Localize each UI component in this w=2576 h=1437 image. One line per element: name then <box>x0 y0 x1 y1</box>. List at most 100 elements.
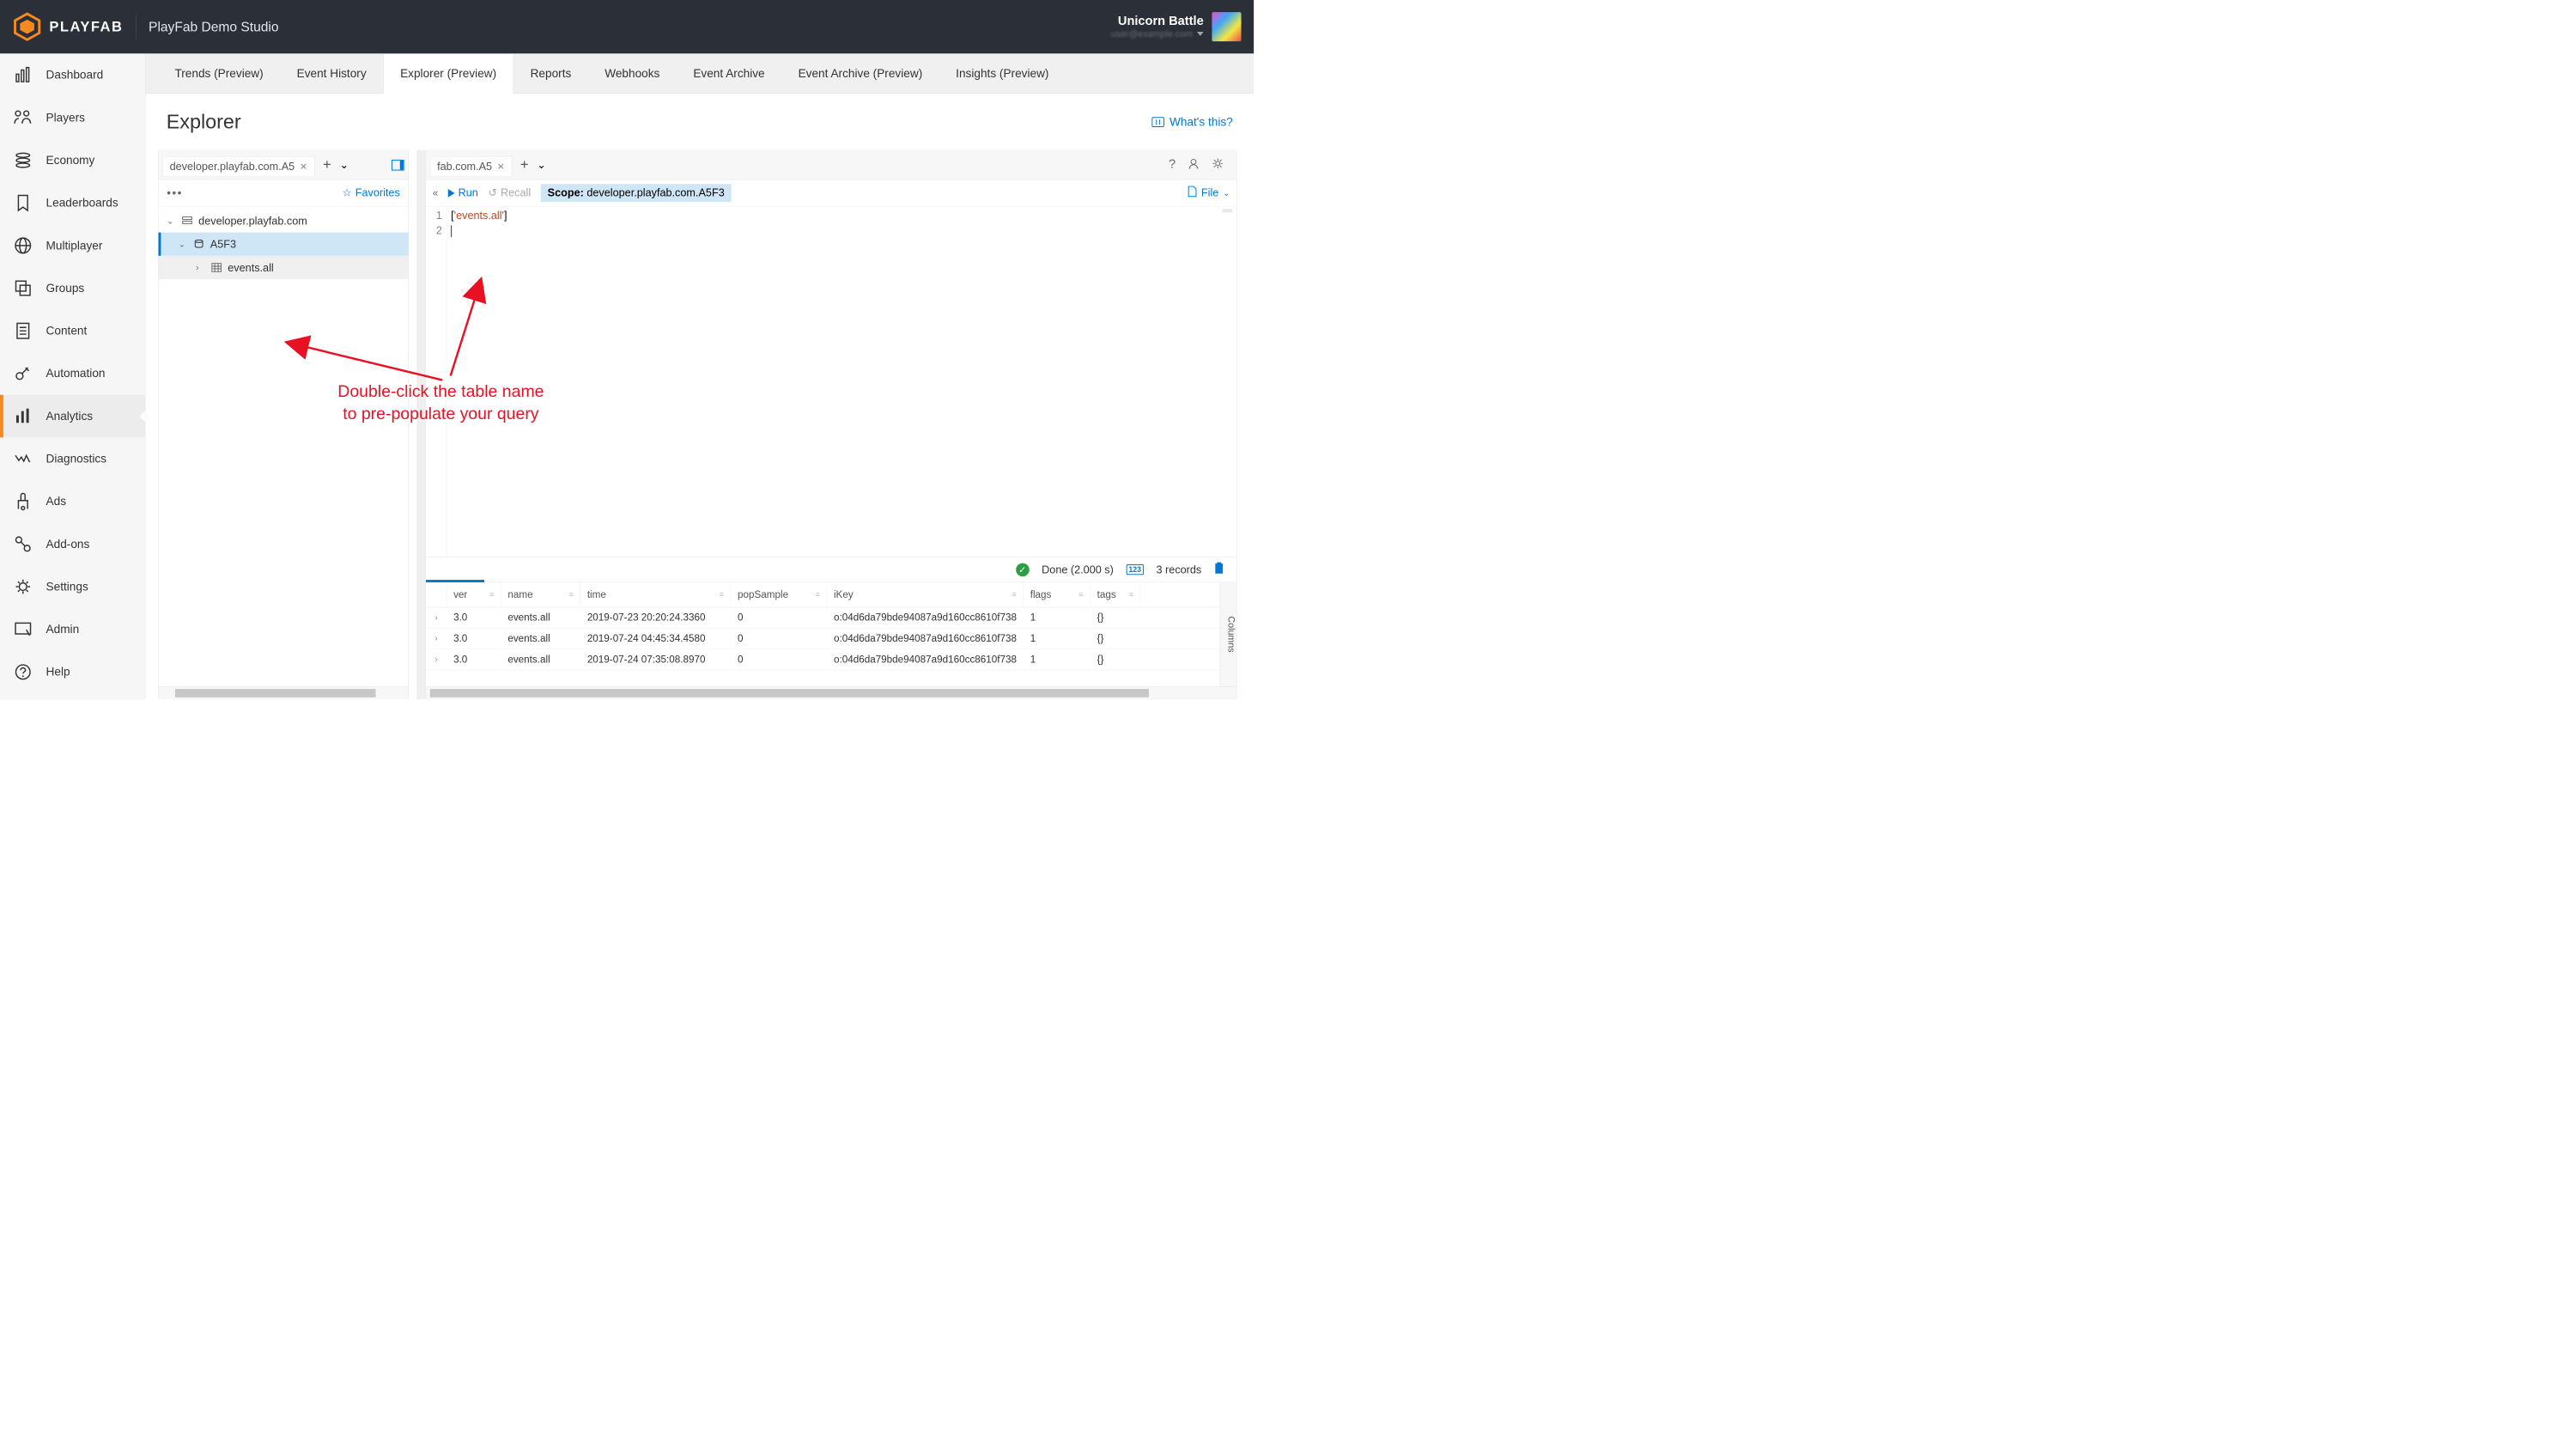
sort-icon: ≡ <box>1012 590 1017 599</box>
columns-panel-toggle[interactable]: Columns <box>1220 582 1236 686</box>
results-grid: ver≡name≡time≡popSample≡iKey≡flags≡tags≡… <box>426 581 1236 686</box>
add-tab-button[interactable]: + <box>520 157 529 174</box>
run-button[interactable]: Run <box>448 186 478 199</box>
logo-icon <box>13 12 42 41</box>
scrollbar-horizontal[interactable] <box>158 686 408 699</box>
table-row[interactable]: ›3.0events.all2019-07-24 04:45:34.45800o… <box>426 629 1220 649</box>
sidebar-item-ads[interactable]: Ads <box>0 480 145 523</box>
user-subtitle: user@example.com <box>1111 28 1204 40</box>
column-header-popSample[interactable]: popSample≡ <box>731 582 827 607</box>
sidebar-item-economy[interactable]: Economy <box>0 139 145 182</box>
more-icon[interactable]: ••• <box>167 186 183 200</box>
status-bar: ✓ Done (2.000 s) 123 3 records <box>426 557 1236 581</box>
content-icon <box>13 320 33 341</box>
leaderboards-icon <box>13 192 33 213</box>
chevron-down-icon[interactable]: ⌄ <box>537 158 546 171</box>
close-icon[interactable]: ✕ <box>300 161 307 173</box>
sidebar: DashboardPlayersEconomyLeaderboardsMulti… <box>0 53 145 699</box>
economy-icon <box>13 149 33 170</box>
connection-pane: developer.playfab.com.A5 ✕ + ⌄ ••• ☆ Fav… <box>158 150 409 700</box>
chevron-down-icon: ⌄ <box>167 216 177 226</box>
column-header-tags[interactable]: tags≡ <box>1091 582 1140 607</box>
scrollbar-horizontal[interactable] <box>426 686 1236 699</box>
sidebar-item-help[interactable]: Help <box>0 650 145 693</box>
sidebar-item-groups[interactable]: Groups <box>0 267 145 310</box>
database-icon <box>192 239 205 250</box>
chevron-down-icon: ⌄ <box>1223 188 1230 198</box>
tree-table[interactable]: › events.all <box>158 256 408 279</box>
analytics-icon <box>13 405 33 426</box>
avatar[interactable] <box>1212 12 1241 41</box>
table-row[interactable]: ›3.0events.all2019-07-23 20:20:24.33600o… <box>426 607 1220 628</box>
tab-webhooks[interactable]: Webhooks <box>588 53 677 93</box>
tab-reports[interactable]: Reports <box>513 53 588 93</box>
tree-cluster[interactable]: ⌄ developer.playfab.com <box>158 209 408 232</box>
column-header-ver[interactable]: ver≡ <box>447 582 501 607</box>
table-row[interactable]: ›3.0events.all2019-07-24 07:35:08.89700o… <box>426 649 1220 670</box>
star-icon: ☆ <box>342 186 351 199</box>
tab-event-archive-preview-[interactable]: Event Archive (Preview) <box>781 53 939 93</box>
tab-event-archive[interactable]: Event Archive <box>677 53 781 93</box>
settings-icon <box>13 576 33 597</box>
sort-icon: ≡ <box>489 590 494 599</box>
tree-database[interactable]: ⌄ A5F3 <box>158 233 408 256</box>
sidebar-item-settings[interactable]: Settings <box>0 565 145 608</box>
close-icon[interactable]: ✕ <box>497 161 505 173</box>
query-tab[interactable]: fab.com.A5 ✕ <box>430 156 512 177</box>
help-icon[interactable]: ? <box>1169 157 1176 173</box>
automation-icon <box>13 362 33 383</box>
panel-right-icon[interactable] <box>392 160 404 171</box>
tab-event-history[interactable]: Event History <box>280 53 383 93</box>
logo[interactable]: PLAYFAB <box>13 12 124 41</box>
collapse-icon[interactable]: « <box>433 187 439 199</box>
add-ons-icon <box>13 533 33 554</box>
sidebar-item-multiplayer[interactable]: Multiplayer <box>0 224 145 267</box>
connection-tab[interactable]: developer.playfab.com.A5 ✕ <box>162 156 314 177</box>
favorites-button[interactable]: ☆ Favorites <box>342 186 399 199</box>
sidebar-item-content[interactable]: Content <box>0 309 145 352</box>
tab-explorer-preview-[interactable]: Explorer (Preview) <box>383 53 513 94</box>
chevron-down-icon: ⌄ <box>179 239 189 249</box>
sidebar-item-add-ons[interactable]: Add-ons <box>0 522 145 565</box>
column-header-time[interactable]: time≡ <box>580 582 731 607</box>
studio-name[interactable]: PlayFab Demo Studio <box>149 19 278 34</box>
clipboard-icon[interactable] <box>1214 562 1224 577</box>
user-menu[interactable]: Unicorn Battle user@example.com <box>1111 15 1204 40</box>
content-tabs: Trends (Preview)Event HistoryExplorer (P… <box>145 53 1254 94</box>
feedback-icon[interactable] <box>1188 157 1200 173</box>
file-menu[interactable]: File ⌄ <box>1188 186 1230 200</box>
cluster-icon <box>181 216 194 227</box>
expand-icon[interactable]: › <box>426 655 447 664</box>
sort-icon: ≡ <box>1129 590 1133 599</box>
sidebar-item-dashboard[interactable]: Dashboard <box>0 53 145 96</box>
sidebar-item-leaderboards[interactable]: Leaderboards <box>0 181 145 224</box>
add-tab-button[interactable]: + <box>323 157 331 174</box>
players-icon <box>13 107 33 128</box>
sidebar-item-admin[interactable]: Admin <box>0 608 145 651</box>
sidebar-item-analytics[interactable]: Analytics <box>0 394 145 437</box>
admin-icon <box>13 618 33 639</box>
query-editor[interactable]: 12 ['events.all'] <box>426 206 1236 557</box>
scope-selector[interactable]: Scope: developer.playfab.com.A5F3 <box>541 184 732 202</box>
records-icon: 123 <box>1126 564 1143 575</box>
whats-this-link[interactable]: What's this? <box>1152 115 1233 129</box>
schema-tree: ⌄ developer.playfab.com ⌄ A5F3 › events.… <box>158 206 408 686</box>
expand-icon[interactable]: › <box>426 634 447 643</box>
page-title: Explorer <box>167 110 241 133</box>
diagnostics-icon <box>13 448 33 469</box>
tab-trends-preview-[interactable]: Trends (Preview) <box>158 53 280 93</box>
sidebar-item-players[interactable]: Players <box>0 96 145 139</box>
sidebar-item-diagnostics[interactable]: Diagnostics <box>0 437 145 480</box>
recall-button[interactable]: ↺ Recall <box>488 186 531 199</box>
chevron-down-icon[interactable]: ⌄ <box>339 158 349 171</box>
tab-insights-preview-[interactable]: Insights (Preview) <box>939 53 1066 93</box>
brand-text: PLAYFAB <box>49 19 123 35</box>
sidebar-item-automation[interactable]: Automation <box>0 352 145 395</box>
file-icon <box>1188 186 1197 200</box>
column-header-iKey[interactable]: iKey≡ <box>827 582 1024 607</box>
scrollbar-vertical[interactable] <box>417 150 426 700</box>
column-header-name[interactable]: name≡ <box>501 582 580 607</box>
column-header-flags[interactable]: flags≡ <box>1024 582 1091 607</box>
settings-icon[interactable] <box>1212 157 1224 173</box>
expand-icon[interactable]: › <box>426 613 447 623</box>
